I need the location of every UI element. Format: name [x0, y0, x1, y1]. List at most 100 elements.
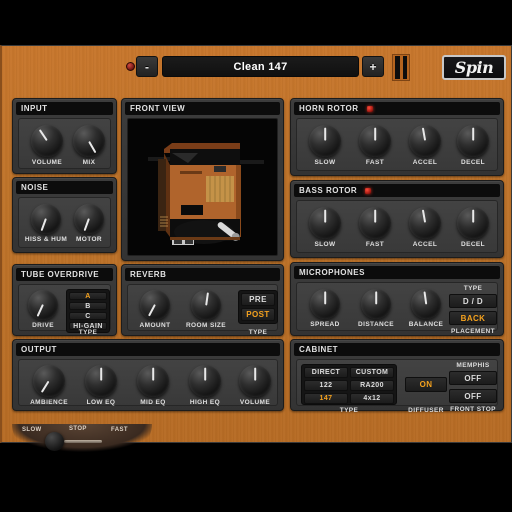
- knob-dial[interactable]: [457, 207, 489, 239]
- knob-dial[interactable]: [33, 365, 65, 397]
- knob-mic-balance[interactable]: BALANCE: [401, 289, 451, 328]
- knob-dial[interactable]: [85, 365, 117, 397]
- leslie-cabinet-render: [148, 143, 264, 245]
- knob-dial[interactable]: [457, 125, 489, 157]
- front-stop-button[interactable]: OFF: [449, 389, 497, 403]
- diffuser-button[interactable]: ON: [405, 377, 447, 392]
- knob-bass-decel[interactable]: DECEL: [449, 207, 497, 248]
- tube-type-c[interactable]: C: [69, 312, 107, 320]
- knob-bass-accel[interactable]: ACCEL: [401, 207, 449, 248]
- tube-type-b[interactable]: B: [69, 302, 107, 310]
- knob-bass-slow[interactable]: SLOW: [301, 207, 349, 248]
- knob-noise-motor[interactable]: MOTOR: [66, 204, 112, 243]
- knob-label: SLOW: [314, 241, 336, 248]
- knob-horn-fast[interactable]: FAST: [351, 125, 399, 166]
- tube-type-group: A B C HI-GAIN: [66, 289, 110, 333]
- cabinet-type-custom[interactable]: CUSTOM: [350, 367, 394, 378]
- preset-prev-button[interactable]: -: [136, 56, 158, 77]
- knob-reverb-room-size[interactable]: ROOM SIZE: [180, 290, 232, 329]
- cabinet-type-direct[interactable]: DIRECT: [304, 367, 348, 378]
- cabinet-type-group: DIRECT CUSTOM 122 RA200 147 4x12: [301, 364, 397, 405]
- cabinet-type-147[interactable]: 147: [304, 393, 348, 404]
- knob-dial[interactable]: [137, 365, 169, 397]
- front-stop-label: FRONT STOP: [450, 406, 496, 413]
- panel-front-view: FRONT VIEW: [121, 98, 284, 261]
- lever-slot: [64, 440, 102, 443]
- knob-horn-accel[interactable]: ACCEL: [401, 125, 449, 166]
- top-bar: - Clean 147 + Spin: [2, 46, 512, 88]
- mic-type-button[interactable]: D / D: [449, 294, 497, 308]
- knob-dial[interactable]: [409, 207, 441, 239]
- knob-dial[interactable]: [31, 204, 61, 234]
- knob-drive[interactable]: DRIVE: [22, 290, 64, 329]
- knob-horn-slow[interactable]: SLOW: [301, 125, 349, 166]
- knob-output-volume[interactable]: VOLUME: [229, 365, 281, 406]
- cabinet-type-4x12[interactable]: 4x12: [350, 393, 394, 404]
- knob-horn-decel[interactable]: DECEL: [449, 125, 497, 166]
- knob-bass-fast[interactable]: FAST: [351, 207, 399, 248]
- knob-mid-eq[interactable]: MID EQ: [127, 365, 179, 406]
- panel-title-output: OUTPUT: [16, 343, 280, 356]
- knob-label: SPREAD: [310, 321, 340, 328]
- knob-dial[interactable]: [309, 125, 341, 157]
- knob-dial[interactable]: [409, 125, 441, 157]
- knob-high-eq[interactable]: HIGH EQ: [179, 365, 231, 406]
- knob-reverb-amount[interactable]: AMOUNT: [131, 290, 179, 329]
- knob-low-eq[interactable]: LOW EQ: [75, 365, 127, 406]
- reverb-type-post[interactable]: POST: [241, 308, 275, 321]
- reverb-type-pre[interactable]: PRE: [241, 293, 275, 306]
- panel-body-input: VOLUME MIX: [18, 118, 111, 169]
- knob-mic-distance[interactable]: DISTANCE: [351, 289, 401, 328]
- mic-type-label: TYPE: [463, 285, 483, 292]
- knob-input-mix[interactable]: MIX: [67, 125, 111, 166]
- knob-label: HISS & HUM: [24, 236, 68, 243]
- knob-dial[interactable]: [31, 125, 63, 157]
- knob-label: MIX: [82, 159, 96, 166]
- knob-dial[interactable]: [359, 125, 391, 157]
- tube-type-label: TYPE: [78, 329, 98, 336]
- panel-body-cabinet: DIRECT CUSTOM 122 RA200 147 4x12 TYPE ON…: [296, 359, 498, 414]
- knob-noise-hiss-hum[interactable]: HISS & HUM: [23, 204, 69, 243]
- speed-lever[interactable]: SLOW STOP FAST: [12, 424, 152, 454]
- knob-mic-spread[interactable]: SPREAD: [301, 289, 349, 328]
- panel-bass-rotor: BASS ROTOR SLOW FAST ACCEL DECEL: [290, 180, 504, 258]
- knob-dial[interactable]: [411, 289, 441, 319]
- knob-dial[interactable]: [74, 204, 104, 234]
- knob-dial[interactable]: [28, 290, 58, 320]
- knob-dial[interactable]: [310, 289, 340, 319]
- tube-type-a[interactable]: A: [69, 292, 107, 300]
- knob-label: DECEL: [460, 159, 486, 166]
- knob-ambience[interactable]: AMBIENCE: [23, 365, 75, 406]
- knob-dial[interactable]: [359, 207, 391, 239]
- knob-dial[interactable]: [191, 290, 221, 320]
- knob-label: AMOUNT: [139, 322, 171, 329]
- knob-dial[interactable]: [189, 365, 221, 397]
- preset-name-display[interactable]: Clean 147: [162, 56, 359, 77]
- knob-input-volume[interactable]: VOLUME: [25, 125, 69, 166]
- panel-title-bass-rotor: BASS ROTOR: [294, 184, 500, 197]
- cabinet-type-122[interactable]: 122: [304, 380, 348, 391]
- knob-label: VOLUME: [239, 399, 271, 406]
- knob-dial[interactable]: [140, 290, 170, 320]
- knob-label: MOTOR: [75, 236, 103, 243]
- bass-rotor-led: [365, 187, 372, 194]
- lever-handle[interactable]: [45, 432, 64, 451]
- knob-label: FAST: [365, 241, 385, 248]
- horn-rotor-led: [366, 105, 373, 112]
- panel-noise: NOISE HISS & HUM MOTOR: [12, 177, 117, 253]
- lever-label-stop: STOP: [69, 426, 87, 432]
- mic-placement-label: PLACEMENT: [450, 328, 496, 335]
- knob-dial[interactable]: [309, 207, 341, 239]
- panel-body-horn-rotor: SLOW FAST ACCEL DECEL: [296, 118, 498, 171]
- memphis-button[interactable]: OFF: [449, 371, 497, 385]
- knob-label: HIGH EQ: [189, 399, 221, 406]
- preset-next-button[interactable]: +: [362, 56, 384, 77]
- mic-placement-button[interactable]: BACK: [449, 311, 497, 325]
- panel-title-microphones: MICROPHONES: [294, 266, 500, 279]
- knob-dial[interactable]: [361, 289, 391, 319]
- knob-label: DISTANCE: [358, 321, 394, 328]
- panel-body-bass-rotor: SLOW FAST ACCEL DECEL: [296, 200, 498, 253]
- knob-dial[interactable]: [239, 365, 271, 397]
- cabinet-type-ra200[interactable]: RA200: [350, 380, 394, 391]
- knob-dial[interactable]: [73, 125, 105, 157]
